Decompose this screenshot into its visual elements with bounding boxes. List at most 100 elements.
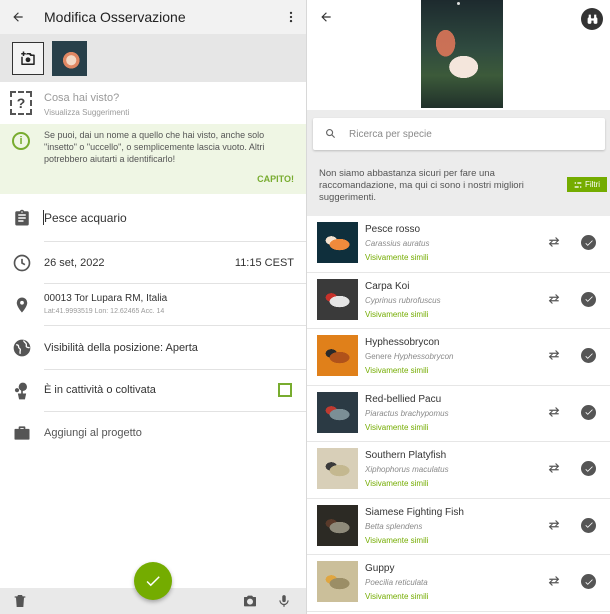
got-it-button[interactable]: CAPITO! <box>257 174 294 184</box>
compare-arrows-icon <box>548 350 560 360</box>
suggestion-item[interactable]: Southern Platyfish Xiphophorus maculatus V… <box>307 442 610 499</box>
select-species-button[interactable] <box>581 404 596 420</box>
select-species-button[interactable] <box>581 291 596 307</box>
observation-photo <box>421 0 503 108</box>
suggestion-item[interactable]: Carpa Koi Cyprinus rubrofuscus Visivamente… <box>307 273 610 329</box>
view-suggestions-link[interactable]: Visualizza Suggerimenti <box>44 108 129 117</box>
record-sound-button[interactable] <box>277 592 291 614</box>
search-icon <box>326 129 336 139</box>
compare-button[interactable] <box>547 461 561 480</box>
species-scientific-name: Genere Hyphessobrycon <box>365 352 454 361</box>
suggestion-item[interactable]: Red-bellied Pacu Piaractus brachypomus Vis… <box>307 386 610 442</box>
filters-button[interactable]: Filtri <box>567 177 607 192</box>
location-visibility-field[interactable]: Visibilità della posizione: Aperta <box>0 326 306 370</box>
suggestion-list: Pesce rosso Carassius auratus Visivamente … <box>307 216 610 612</box>
check-icon <box>584 296 593 302</box>
compare-button[interactable] <box>547 235 561 254</box>
filters-label: Filtri <box>584 180 601 189</box>
time-value: 11:15 CEST <box>234 257 294 269</box>
what-did-you-see-field[interactable]: ? Cosa hai visto? Visualizza Suggeriment… <box>0 82 306 124</box>
visually-similar-tag: Visivamente simili <box>365 422 429 432</box>
species-photo <box>317 504 358 546</box>
species-search-box[interactable] <box>313 118 605 150</box>
select-species-button[interactable] <box>581 574 596 589</box>
explore-button[interactable] <box>581 8 603 30</box>
suggestion-item[interactable]: Hyphessobrycon Genere Hyphessobrycon Visiv… <box>307 329 610 386</box>
species-suggestions-screen: Non siamo abbastanza sicuri per fare una… <box>306 0 610 614</box>
check-icon <box>584 409 593 415</box>
back-button[interactable] <box>319 10 333 29</box>
add-to-project-field[interactable]: Aggiungi al progetto <box>0 412 306 454</box>
species-search-input[interactable] <box>349 120 599 148</box>
species-scientific-name: Xiphophorus maculatus <box>365 465 449 474</box>
add-photo-button[interactable] <box>12 42 44 75</box>
species-common-name: Red-bellied Pacu <box>365 393 442 405</box>
location-field[interactable]: 00013 Tor Lupara RM, Italia Lat:41.99935… <box>0 284 306 326</box>
top-app-bar: Modifica Osservazione <box>0 0 306 34</box>
select-species-button[interactable] <box>581 348 596 363</box>
location-address: 00013 Tor Lupara RM, Italia <box>44 293 168 304</box>
suggestion-item[interactable]: Pesce rosso Carassius auratus Visivamente … <box>307 216 610 273</box>
edit-observation-screen: Modifica Osservazione ? Cosa hai visto? … <box>0 0 306 614</box>
suggestion-item[interactable]: Siamese Fighting Fish Betta splendens Visi… <box>307 499 610 555</box>
binoculars-icon <box>587 14 597 24</box>
delete-button[interactable] <box>12 592 28 614</box>
captive-checkbox[interactable] <box>278 383 292 397</box>
compare-button[interactable] <box>547 405 561 424</box>
species-name-value: Pesce acquario <box>44 211 127 225</box>
briefcase-icon <box>10 421 34 445</box>
compare-arrows-icon <box>548 237 560 247</box>
visually-similar-tag: Visivamente simili <box>365 479 429 488</box>
camera-button[interactable] <box>241 593 259 614</box>
compare-button[interactable] <box>547 348 561 367</box>
save-observation-button[interactable] <box>134 562 172 600</box>
compare-arrows-icon <box>548 406 560 417</box>
select-species-button[interactable] <box>581 461 596 476</box>
microphone-icon <box>279 595 289 607</box>
potted-plant-icon <box>10 379 34 403</box>
species-common-name: Guppy <box>365 563 395 574</box>
species-photo <box>317 278 358 320</box>
check-icon <box>584 352 593 359</box>
suggestion-item[interactable]: Guppy Poecilia reticulata Visivamente simi… <box>307 555 610 612</box>
species-photo <box>317 391 358 433</box>
photo-strip <box>0 34 306 82</box>
species-name-field[interactable]: Pesce acquario <box>0 196 306 242</box>
visually-similar-tag: Visivamente simili <box>365 253 429 262</box>
clipboard-icon <box>10 206 34 230</box>
check-icon <box>584 578 593 585</box>
select-species-button[interactable] <box>581 517 596 533</box>
captive-field: È in cattività o coltivata <box>0 370 306 412</box>
unknown-species-icon: ? <box>10 91 32 115</box>
compare-button[interactable] <box>547 292 561 311</box>
trash-icon <box>14 595 26 607</box>
filter-icon <box>574 181 582 188</box>
select-species-button[interactable] <box>581 235 596 250</box>
compare-button[interactable] <box>547 518 561 537</box>
page-title: Modifica Osservazione <box>44 9 186 25</box>
naming-tip-banner: i Se puoi, dai un nome a quello che hai … <box>0 124 306 194</box>
globe-icon <box>10 336 34 360</box>
species-scientific-name: Poecilia reticulata <box>365 578 428 587</box>
compare-button[interactable] <box>547 574 561 593</box>
scientific-name-text: Piaractus brachypomus <box>365 408 449 418</box>
observation-photo-thumbnail[interactable] <box>52 41 87 76</box>
species-scientific-name: Carassius auratus <box>365 239 429 248</box>
visibility-value: Visibilità della posizione: Aperta <box>44 342 198 354</box>
suggestions-notice: Non siamo abbastanza sicuri per fare una… <box>319 168 524 203</box>
scientific-name-text: Cyprinus rubrofuscus <box>365 295 441 305</box>
back-button[interactable] <box>0 0 36 34</box>
check-icon <box>584 465 593 472</box>
compare-arrows-icon <box>548 576 560 586</box>
date-time-field[interactable]: 26 set, 2022 11:15 CEST <box>0 242 306 284</box>
visually-similar-tag: Visivamente simili <box>365 592 429 601</box>
clock-icon <box>10 251 34 275</box>
visually-similar-tag: Visivamente simili <box>365 309 429 319</box>
more-options-button[interactable] <box>276 0 306 34</box>
visually-similar-tag: Visivamente simili <box>365 535 429 545</box>
arrow-left-icon <box>321 12 331 22</box>
species-common-name: Siamese Fighting Fish <box>365 506 464 518</box>
more-vert-icon <box>289 11 293 23</box>
check-icon <box>146 576 160 587</box>
species-scientific-name: Cyprinus rubrofuscus <box>365 296 441 305</box>
